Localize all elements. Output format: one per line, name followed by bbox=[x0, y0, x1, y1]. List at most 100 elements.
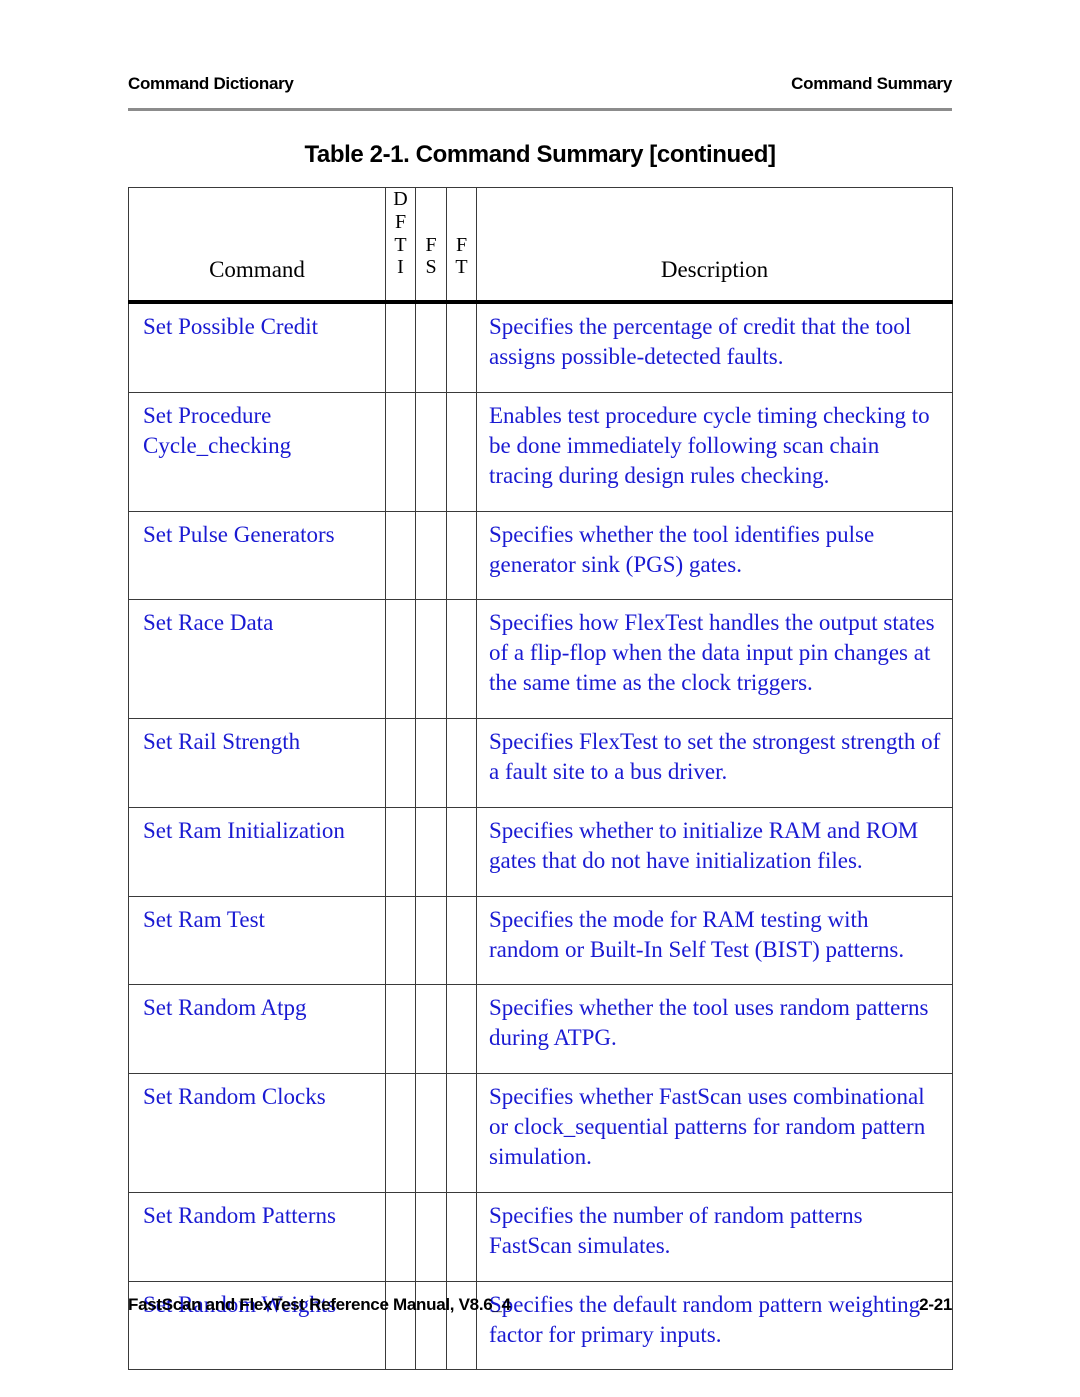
cell-ft bbox=[446, 984, 477, 1075]
cell-ft bbox=[446, 599, 477, 720]
command-name: Set Random Clocks bbox=[143, 1084, 326, 1110]
cell-command: Set Random Atpg bbox=[128, 984, 386, 1075]
cell-fs bbox=[415, 718, 447, 808]
command-name: Set Procedure Cycle_checking bbox=[143, 402, 292, 458]
page-footer: FastScan and FlexTest Reference Manual, … bbox=[128, 1295, 952, 1315]
cell-dfti bbox=[385, 984, 416, 1075]
table-body: Command D F T I F S F T Description Set … bbox=[128, 187, 953, 1371]
header-cell-dfti: D F T I bbox=[385, 187, 416, 305]
cell-fs bbox=[415, 1073, 447, 1193]
command-name: Set Pulse Generators bbox=[143, 521, 335, 547]
command-summary-table: Command D F T I F S F T Description Set … bbox=[128, 187, 953, 1371]
header-label-dfti-stacked: D F T I bbox=[386, 188, 415, 300]
command-name: Set Race Data bbox=[143, 610, 274, 636]
table-row: Set Possible Credit Specifies the percen… bbox=[128, 301, 953, 393]
cell-description: Specifies whether to initialize RAM and … bbox=[476, 806, 953, 897]
header-fs-char-1: F bbox=[425, 233, 437, 256]
footer-manual-title: FastScan and FlexTest Reference Manual, … bbox=[128, 1295, 511, 1314]
header-label-command: Command bbox=[209, 257, 305, 283]
command-description: Specifies whether to initialize RAM and … bbox=[489, 817, 919, 873]
command-name: Set Random Atpg bbox=[143, 995, 307, 1021]
cell-description: Specifies FlexTest to set the strongest … bbox=[476, 718, 953, 808]
table-row: Set Random Patterns Specifies the number… bbox=[128, 1191, 953, 1282]
footer-page-number: 2-21 bbox=[919, 1295, 952, 1314]
command-name: Set Random Patterns bbox=[143, 1202, 336, 1228]
cell-ft bbox=[446, 510, 477, 601]
cell-description: Specifies whether the tool identifies pu… bbox=[476, 510, 953, 601]
header-dfti-char-2: F bbox=[394, 210, 407, 233]
header-cell-ft: F T bbox=[446, 187, 477, 305]
cell-dfti bbox=[385, 391, 416, 512]
command-description: Specifies the percentage of credit that … bbox=[489, 314, 912, 370]
command-description: Specifies the number of random patterns … bbox=[489, 1202, 863, 1258]
header-dfti-char-1: D bbox=[393, 188, 408, 210]
cell-command: Set Race Data bbox=[128, 599, 386, 720]
table-row: Set Ram Test Specifies the mode for RAM … bbox=[128, 895, 953, 986]
cell-fs bbox=[415, 599, 447, 720]
cell-description: Specifies the percentage of credit that … bbox=[476, 301, 953, 393]
header-ft-char-2: T bbox=[455, 256, 468, 279]
running-head: Command Dictionary Command Summary bbox=[128, 74, 952, 94]
header-cell-command: Command bbox=[128, 187, 386, 305]
cell-ft bbox=[446, 718, 477, 808]
cell-fs bbox=[415, 895, 447, 986]
command-name: Set Rail Strength bbox=[143, 729, 301, 755]
table-row: Set Random Atpg Specifies whether the to… bbox=[128, 984, 953, 1075]
running-head-rule bbox=[128, 108, 952, 111]
table-row: Set Ram Initialization Specifies whether… bbox=[128, 806, 953, 897]
table-row: Set Pulse Generators Specifies whether t… bbox=[128, 510, 953, 601]
cell-dfti bbox=[385, 301, 416, 393]
header-cell-description: Description bbox=[476, 187, 953, 305]
cell-fs bbox=[415, 510, 447, 601]
command-description: Specifies whether the tool identifies pu… bbox=[489, 521, 875, 577]
cell-command: Set Rail Strength bbox=[128, 718, 386, 808]
command-name: Set Ram Initialization bbox=[143, 817, 345, 843]
table-row: Set Procedure Cycle_checking Enables tes… bbox=[128, 391, 953, 512]
header-ft-char-1: F bbox=[455, 233, 468, 256]
cell-ft bbox=[446, 895, 477, 986]
cell-fs bbox=[415, 806, 447, 897]
cell-ft bbox=[446, 1073, 477, 1193]
table-row: Set Random Clocks Specifies whether Fast… bbox=[128, 1073, 953, 1193]
table-caption: Table 2-1. Command Summary [continued] bbox=[304, 141, 776, 168]
table-row: Set Rail Strength Specifies FlexTest to … bbox=[128, 718, 953, 808]
cell-description: Specifies whether FastScan uses combinat… bbox=[476, 1073, 953, 1193]
cell-dfti bbox=[385, 510, 416, 601]
running-head-left: Command Dictionary bbox=[128, 74, 294, 93]
cell-command: Set Procedure Cycle_checking bbox=[128, 391, 386, 512]
table-header-row: Command D F T I F S F T Description bbox=[128, 187, 953, 305]
cell-fs bbox=[415, 391, 447, 512]
cell-fs bbox=[415, 301, 447, 393]
cell-fs bbox=[415, 984, 447, 1075]
cell-command: Set Random Clocks bbox=[128, 1073, 386, 1193]
cell-command: Set Ram Initialization bbox=[128, 806, 386, 897]
header-fs-char-2: S bbox=[425, 256, 437, 279]
command-description: Enables test procedure cycle timing chec… bbox=[489, 402, 930, 488]
cell-dfti bbox=[385, 718, 416, 808]
command-description: Specifies how FlexTest handles the outpu… bbox=[489, 610, 935, 696]
cell-description: Enables test procedure cycle timing chec… bbox=[476, 391, 953, 512]
cell-command: Set Random Patterns bbox=[128, 1191, 386, 1282]
command-summary-table-wrapper: Command D F T I F S F T Description Set … bbox=[128, 187, 953, 1371]
cell-description: Specifies whether the tool uses random p… bbox=[476, 984, 953, 1075]
cell-description: Specifies the number of random patterns … bbox=[476, 1191, 953, 1282]
header-label-description: Description bbox=[660, 257, 769, 283]
cell-fs bbox=[415, 1191, 447, 1282]
table-row: Set Race Data Specifies how FlexTest han… bbox=[128, 599, 953, 720]
cell-command: Set Ram Test bbox=[128, 895, 386, 986]
cell-description: Specifies how FlexTest handles the outpu… bbox=[476, 599, 953, 720]
cell-ft bbox=[446, 301, 477, 393]
cell-description: Specifies the mode for RAM testing with … bbox=[476, 895, 953, 986]
header-dfti-char-3: T bbox=[394, 233, 407, 256]
header-dfti-char-4: I bbox=[397, 256, 404, 279]
document-page: Command Dictionary Command Summary Table… bbox=[0, 0, 1080, 1397]
cell-ft bbox=[446, 391, 477, 512]
cell-command: Set Possible Credit bbox=[128, 301, 386, 393]
cell-dfti bbox=[385, 895, 416, 986]
command-name: Set Possible Credit bbox=[143, 314, 319, 340]
cell-dfti bbox=[385, 806, 416, 897]
cell-ft bbox=[446, 1191, 477, 1282]
command-description: Specifies whether FastScan uses combinat… bbox=[489, 1084, 926, 1169]
header-cell-fs: F S bbox=[415, 187, 447, 305]
header-label-ft-stacked: F T bbox=[447, 234, 476, 301]
